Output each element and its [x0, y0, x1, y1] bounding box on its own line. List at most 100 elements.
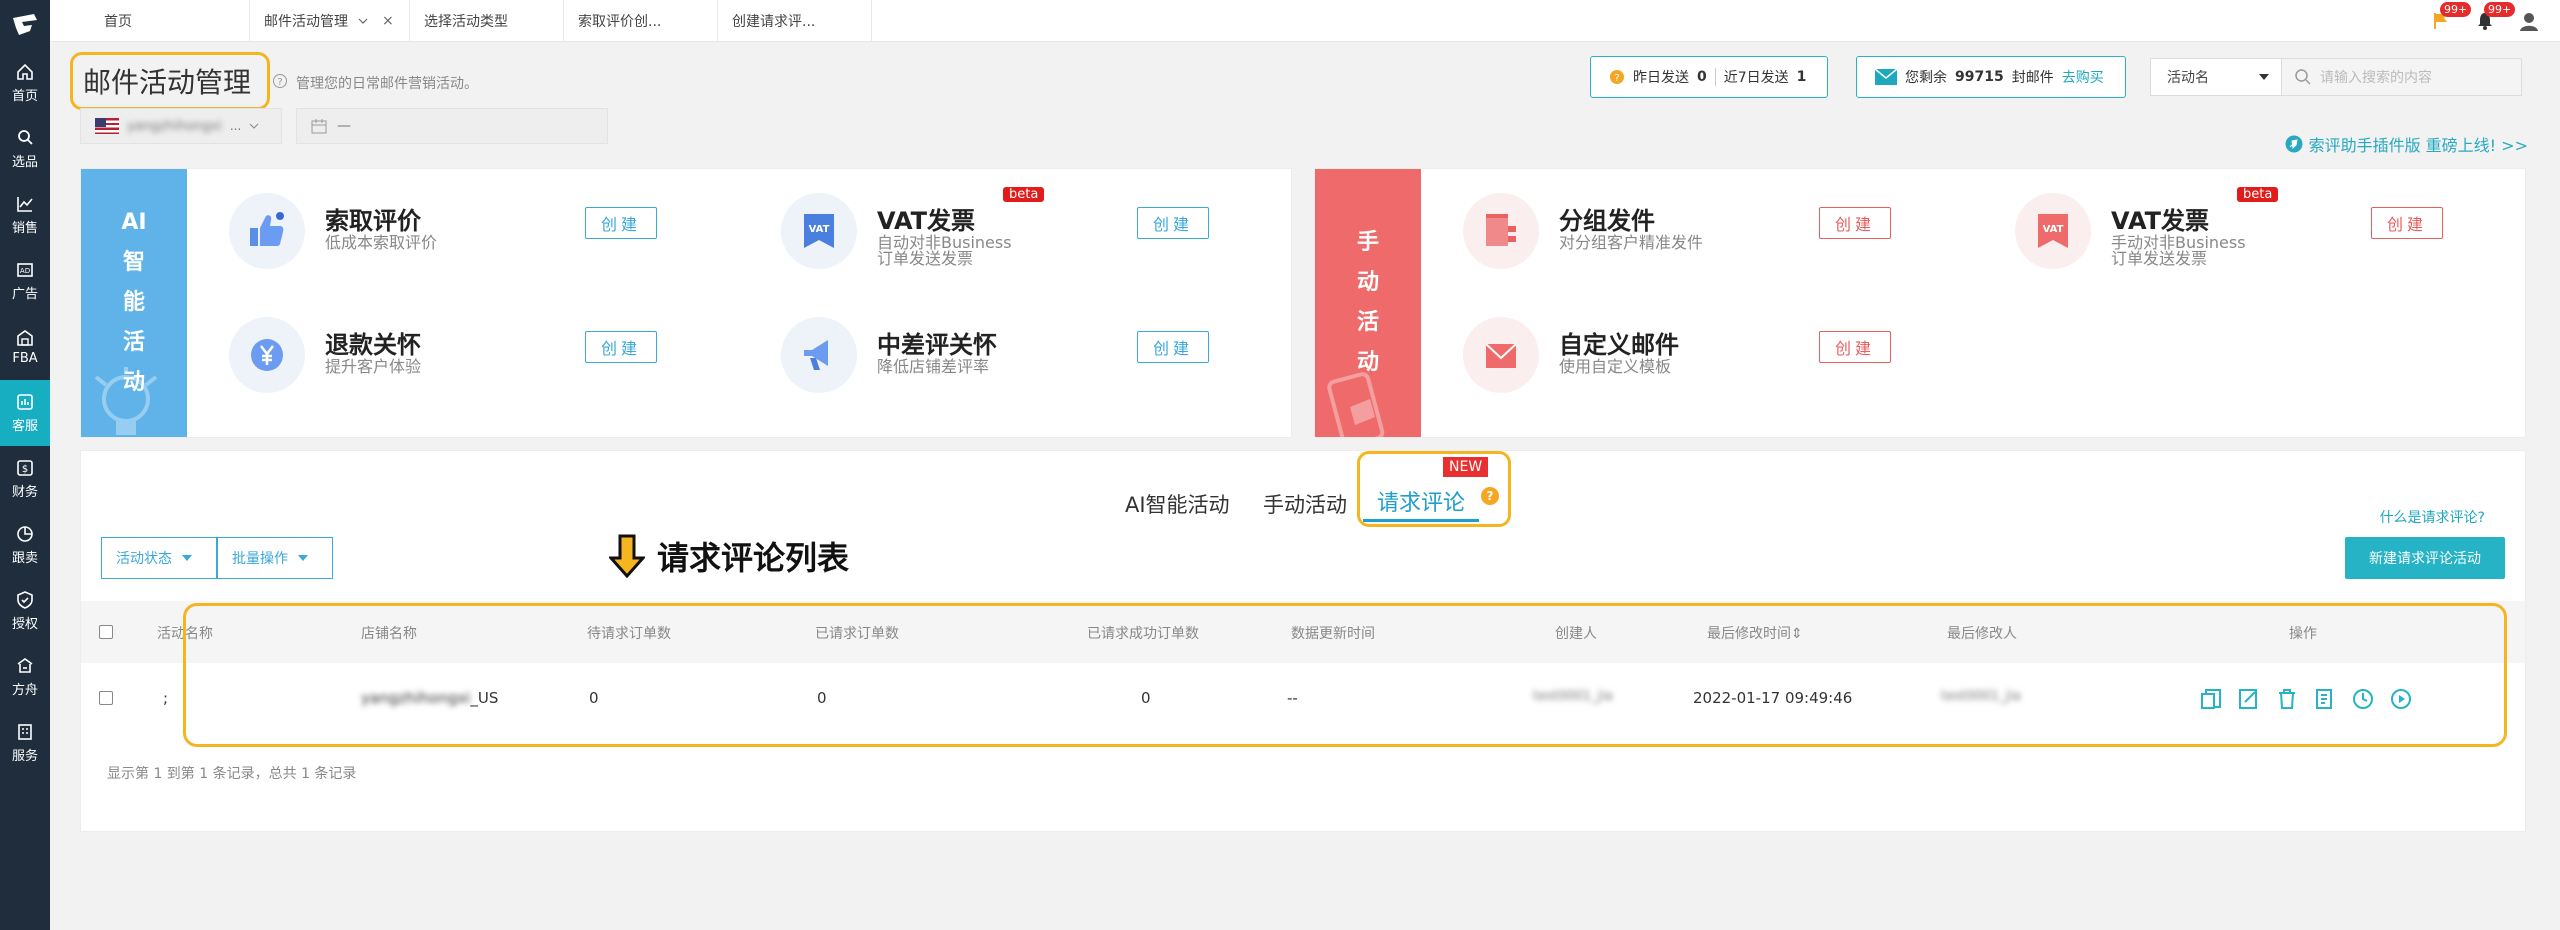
- bell-icon[interactable]: 99+: [2472, 2, 2516, 34]
- sidebar-item-5[interactable]: 客服: [0, 380, 50, 446]
- store-select[interactable]: yangzhihongxi ...: [80, 108, 282, 144]
- batch-action-button[interactable]: 批量操作: [217, 537, 333, 579]
- edit-icon[interactable]: [2235, 685, 2263, 713]
- sidebar-item-7[interactable]: 跟卖: [0, 512, 50, 578]
- create-negative-care-button[interactable]: 创建: [1137, 331, 1209, 363]
- card-vat-manual: VAT VAT发票 beta 手动对非Business订单发送发票 创建: [2015, 187, 2515, 303]
- new-request-review-button[interactable]: 新建请求评论活动: [2345, 537, 2505, 579]
- date-range-input[interactable]: —: [296, 108, 608, 144]
- col-activity-name: 活动名称: [157, 626, 213, 642]
- tab-request-review[interactable]: 请求评论: [1377, 485, 1465, 517]
- sidebar-item-10[interactable]: 服务: [0, 710, 50, 776]
- svg-text:?: ?: [277, 77, 282, 88]
- caret-down-icon: [2259, 74, 2269, 80]
- caret-down-icon: [182, 555, 192, 561]
- tab-review-create[interactable]: 索取评价创...: [564, 0, 718, 42]
- remaining-emails: 您剩余 99715 封邮件 去购买: [1856, 56, 2126, 98]
- remain-unit: 封邮件: [2011, 70, 2054, 86]
- create-vat-manual-button[interactable]: 创建: [2371, 207, 2443, 239]
- sidebar-item-label: 授权: [11, 617, 38, 632]
- col-pending: 待请求订单数: [587, 626, 671, 642]
- card-negative-care: 中差评关怀 降低店铺差评率 创建: [781, 317, 1281, 427]
- sidebar-item-2[interactable]: 销售: [0, 182, 50, 248]
- sidebar-item-3[interactable]: AD 广告: [0, 248, 50, 314]
- col-success: 已请求成功订单数: [1087, 626, 1199, 642]
- list-tabs: AI智能活动 手动活动: [81, 481, 2525, 525]
- activity-list-panel: AI智能活动 手动活动 请求评论 NEW ? 什么是请求评论? 活动状态 批量操…: [80, 450, 2526, 832]
- copy-icon[interactable]: [2197, 685, 2225, 713]
- svg-text:?: ?: [1614, 73, 1619, 84]
- create-review-button[interactable]: 创建: [585, 207, 657, 239]
- ai-bar-label: AI 智能活动: [121, 210, 147, 395]
- card-desc: 降低店铺差评率: [877, 357, 990, 376]
- create-group-send-button[interactable]: 创建: [1819, 207, 1891, 239]
- select-all-checkbox[interactable]: [99, 625, 113, 639]
- mail-open-icon: [1463, 317, 1539, 393]
- card-vat-auto: VAT VAT发票 beta 自动对非Business订单发送发票 创建: [781, 187, 1281, 303]
- chevron-down-icon[interactable]: [358, 16, 368, 26]
- yesterday-label: 昨日发送: [1633, 70, 1689, 86]
- col-modified[interactable]: 最后修改时间⇕: [1707, 623, 1803, 643]
- play-icon[interactable]: [2387, 685, 2415, 713]
- clock-icon[interactable]: [2349, 685, 2377, 713]
- promo-link[interactable]: 索评助手插件版 重磅上线! >>: [2285, 132, 2528, 156]
- tab-label: 首页: [104, 14, 132, 30]
- user-avatar-icon[interactable]: [2516, 8, 2542, 34]
- create-refund-button[interactable]: 创建: [585, 331, 657, 363]
- sidebar-item-6[interactable]: $ 财务: [0, 446, 50, 512]
- active-tab-underline: [1363, 519, 1479, 522]
- tab-label: 邮件活动管理: [264, 14, 348, 30]
- bell-badge: 99+: [2484, 2, 2516, 17]
- row-checkbox[interactable]: [99, 691, 113, 705]
- search-input[interactable]: 请输入搜索的内容: [2282, 58, 2522, 96]
- table-row: ; yangzhihongxi_US 0 0 0 -- test0001_jia…: [81, 663, 2525, 735]
- card-request-review: 索取评价 低成本索取评价 创建: [229, 193, 729, 303]
- manual-activity-bar: 手动活动: [1315, 169, 1421, 437]
- help-icon[interactable]: ?: [272, 73, 288, 89]
- flag-icon[interactable]: 99+: [2428, 2, 2472, 34]
- card-title: VAT发票: [877, 207, 976, 235]
- vat-icon: VAT: [781, 193, 857, 269]
- caret-down-icon: [298, 555, 308, 561]
- tab-select-type[interactable]: 选择活动类型: [410, 0, 564, 42]
- yen-icon: [229, 317, 305, 393]
- list-annotation-text: 请求评论列表: [657, 539, 850, 577]
- report-icon[interactable]: [2311, 685, 2339, 713]
- card-desc: 自动对非Business订单发送发票: [877, 233, 1012, 268]
- table-header: 活动名称 店铺名称 待请求订单数 已请求订单数 已请求成功订单数 数据更新时间 …: [81, 601, 2525, 663]
- col-modifier: 最后修改人: [1947, 626, 2017, 642]
- store-name: yangzhihongxi: [127, 118, 222, 134]
- tab-ai-activity[interactable]: AI智能活动: [1125, 489, 1230, 519]
- tab-manual-activity[interactable]: 手动活动: [1263, 489, 1347, 519]
- sidebar-item-0[interactable]: 首页: [0, 50, 50, 116]
- tab-home[interactable]: 首页: [90, 0, 250, 42]
- col-creator: 创建人: [1555, 626, 1597, 642]
- flag-badge: 99+: [2440, 2, 2472, 17]
- delete-icon[interactable]: [2273, 685, 2301, 713]
- sidebar-item-4[interactable]: FBA: [0, 314, 50, 380]
- building-icon: [18, 724, 32, 740]
- tab-request-create[interactable]: 创建请求评...: [718, 0, 872, 42]
- logo[interactable]: [0, 0, 50, 50]
- close-icon[interactable]: ×: [382, 13, 394, 29]
- sidebar-item-1[interactable]: 选品: [0, 116, 50, 182]
- card-title: 分组发件: [1559, 207, 1655, 235]
- manual-activity-panel: 手动活动 分组发件 对分组客户精准发件 创建 VAT VAT发票 beta 手动…: [1314, 168, 2526, 438]
- help-icon[interactable]: ?: [1481, 487, 1499, 505]
- shield-icon: [17, 591, 33, 609]
- create-custom-mail-button[interactable]: 创建: [1819, 331, 1891, 363]
- sidebar-item-8[interactable]: 授权: [0, 578, 50, 644]
- search-field-select[interactable]: 活动名: [2150, 58, 2282, 96]
- megaphone-icon: [781, 317, 857, 393]
- card-custom-mail: 自定义邮件 使用自定义模板 创建: [1463, 317, 1963, 427]
- sidebar-item-9[interactable]: 方舟: [0, 644, 50, 710]
- status-filter-button[interactable]: 活动状态: [101, 537, 217, 579]
- tab-label: 索取评价创...: [578, 14, 662, 30]
- search-icon: [2295, 69, 2311, 85]
- row-actions: [2197, 685, 2415, 713]
- tab-email-activity[interactable]: 邮件活动管理 ×: [250, 0, 410, 42]
- buy-link[interactable]: 去购买: [2062, 67, 2104, 87]
- create-vat-button[interactable]: 创建: [1137, 207, 1209, 239]
- what-is-request-review-link[interactable]: 什么是请求评论?: [2380, 507, 2485, 527]
- cell-creator: test0001_jia: [1533, 689, 1613, 704]
